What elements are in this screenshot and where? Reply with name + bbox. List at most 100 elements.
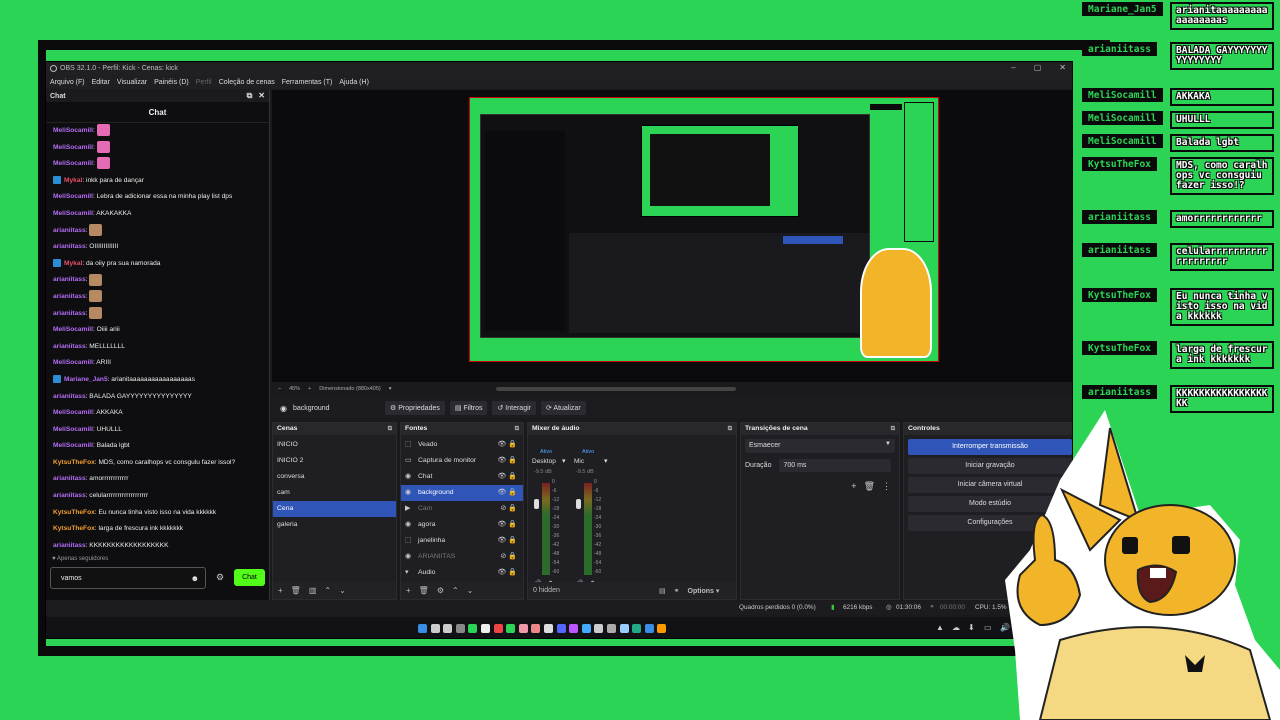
chat-settings-icon[interactable]: ⚙ — [216, 572, 224, 583]
mixer-layout-icon[interactable]: ▤ — [659, 587, 666, 595]
mixer-options-button[interactable]: Options ▾ — [688, 587, 720, 595]
tray-icon[interactable]: ⬇ — [968, 623, 975, 632]
volume-slider[interactable] — [576, 499, 581, 509]
chat-username[interactable]: KytsuTheFox — [53, 509, 95, 516]
chat-username[interactable]: MeliSocamill — [53, 426, 93, 433]
taskbar-app-icon[interactable] — [594, 624, 604, 633]
source-item[interactable]: ▾ Audio 👁 🔒 — [401, 565, 523, 581]
eye-icon[interactable]: 👁 — [497, 441, 508, 448]
chat-username[interactable]: Mariane_Jan5 — [64, 376, 108, 383]
panel-float-icon[interactable]: ⧉ — [728, 423, 732, 435]
menu-item[interactable]: Editar — [92, 79, 110, 86]
menu-item[interactable]: Visualizar — [117, 79, 147, 86]
taskbar-app-icon[interactable] — [619, 624, 629, 633]
transition-menu-icon[interactable]: ⋮ — [882, 481, 891, 492]
scene-item[interactable]: INICIO — [273, 437, 396, 453]
taskbar-app-icon[interactable] — [493, 624, 503, 633]
lock-icon[interactable]: 🔒 — [508, 505, 517, 512]
source-filtros-button[interactable]: ▤ Filtros — [449, 401, 488, 415]
chat-username[interactable]: MeliSocamill — [53, 442, 93, 449]
chat-username[interactable]: MeliSocamill — [53, 326, 93, 333]
menu-item[interactable]: Coleção de cenas — [219, 79, 275, 86]
scene-filters-icon[interactable]: ▥ — [309, 586, 317, 595]
scaling-dropdown-icon[interactable]: ▾ — [389, 386, 392, 392]
taskbar-app-icon[interactable] — [607, 624, 616, 633]
add-transition-icon[interactable]: + — [851, 481, 856, 492]
taskbar-app-icon[interactable] — [581, 624, 591, 633]
lock-icon[interactable]: 🔒 — [508, 553, 517, 560]
panel-float-icon[interactable]: ⧉ — [515, 423, 519, 435]
source-item[interactable]: ⬚ Veado 👁 🔒 — [401, 437, 523, 453]
chat-username[interactable]: arianiitass — [53, 542, 86, 549]
remove-transition-icon[interactable]: 🗑 — [864, 481, 875, 492]
dock-close-icon[interactable]: ✕ — [258, 91, 265, 101]
source-atualizar-button[interactable]: ⟳ Atualizar — [540, 401, 586, 415]
chat-username[interactable]: arianiitass — [53, 475, 86, 482]
chat-username[interactable]: arianiitass — [53, 310, 86, 317]
taskbar-app-icon[interactable] — [468, 624, 478, 633]
lock-icon[interactable]: 🔒 — [508, 489, 517, 496]
lock-icon[interactable]: 🔒 — [508, 457, 517, 464]
undock-icon[interactable]: ⧉ — [247, 91, 253, 101]
tray-icon[interactable]: ▭ — [984, 623, 992, 632]
eye-icon[interactable]: 👁 — [497, 521, 508, 528]
chat-username[interactable]: MeliSocamill — [53, 359, 93, 366]
transition-select[interactable]: Esmaecer ▼ — [745, 439, 895, 453]
source-item[interactable]: ◉ Chat 👁 🔒 — [401, 469, 523, 485]
taskbar-app-icon[interactable] — [481, 624, 490, 633]
scene-item[interactable]: cam — [273, 485, 396, 501]
chat-username[interactable]: arianiitass — [53, 243, 86, 250]
taskbar-app-icon[interactable] — [644, 624, 654, 633]
menu-item[interactable]: Ferramentas (T) — [282, 79, 333, 86]
taskbar-app-icon[interactable] — [443, 624, 453, 633]
close-icon[interactable]: ✕ — [1059, 63, 1066, 72]
menu-item[interactable]: Ajuda (H) — [339, 79, 369, 86]
source-item[interactable]: ◉ background 👁 🔒 — [401, 485, 523, 501]
chat-username[interactable]: Mykal — [64, 260, 82, 267]
source-propriedades-button[interactable]: ⚙ Propriedades — [384, 401, 445, 415]
source-properties-icon[interactable]: ⚙ — [437, 586, 444, 595]
lock-icon[interactable]: 🔒 — [508, 441, 517, 448]
minimize-icon[interactable]: – — [1011, 63, 1015, 72]
move-down-icon[interactable]: ⌄ — [339, 586, 346, 595]
menu-item[interactable]: Arquivo (F) — [50, 79, 85, 86]
chat-send-button[interactable]: Chat — [234, 569, 265, 586]
source-item[interactable]: ◉ agora 👁 🔒 — [401, 517, 523, 533]
tray-icon[interactable]: ▲ — [936, 623, 944, 632]
taskbar-app-icon[interactable] — [506, 624, 516, 633]
taskbar-app-icon[interactable] — [518, 624, 528, 633]
chat-username[interactable]: MeliSocamill — [53, 409, 93, 416]
eye-icon[interactable]: 👁 — [497, 489, 508, 496]
preview-scrollbar[interactable] — [495, 386, 736, 391]
zoom-out-button[interactable]: – — [278, 386, 281, 392]
source-interagir-button[interactable]: ↺ Interagir — [492, 401, 536, 415]
move-down-icon[interactable]: ⌄ — [467, 586, 474, 595]
chat-username[interactable]: MeliSocamill — [53, 144, 93, 151]
chat-username[interactable]: KytsuTheFox — [53, 525, 95, 532]
lock-icon[interactable]: 🔒 — [508, 521, 517, 528]
scene-item[interactable]: conversa — [273, 469, 396, 485]
menu-item[interactable]: Painéis (D) — [154, 79, 189, 86]
taskbar-app-icon[interactable] — [544, 624, 553, 633]
scene-item[interactable]: Cena — [273, 501, 396, 517]
preview-canvas[interactable] — [272, 90, 1072, 382]
tray-icon[interactable]: ☁ — [952, 623, 960, 632]
source-item[interactable]: ◉ ARIANIITAS ⊘ 🔒 — [401, 549, 523, 565]
add-scene-icon[interactable]: + — [278, 586, 283, 595]
chat-username[interactable]: arianiitass — [53, 276, 86, 283]
menu-item[interactable]: Perfil — [196, 79, 212, 86]
chat-input[interactable]: vamos ☻ — [50, 567, 206, 589]
taskbar-app-icon[interactable] — [455, 624, 465, 633]
chat-username[interactable]: arianiitass — [53, 492, 86, 499]
chat-username[interactable]: MeliSocamill — [53, 127, 93, 134]
chat-username[interactable]: KytsuTheFox — [53, 459, 95, 466]
taskbar-app-icon[interactable] — [556, 624, 566, 633]
mixer-link-icon[interactable]: ⚭ — [674, 587, 680, 595]
scene-item[interactable]: INICIO 2 — [273, 453, 396, 469]
chat-username[interactable]: arianiitass — [53, 293, 86, 300]
lock-icon[interactable]: 🔒 — [508, 569, 517, 576]
source-item[interactable]: ⬚ janelinha 👁 🔒 — [401, 533, 523, 549]
panel-float-icon[interactable]: ⧉ — [891, 423, 895, 435]
lock-icon[interactable]: 🔒 — [508, 537, 517, 544]
source-item[interactable]: ▭ Captura de monitor 👁 🔒 — [401, 453, 523, 469]
